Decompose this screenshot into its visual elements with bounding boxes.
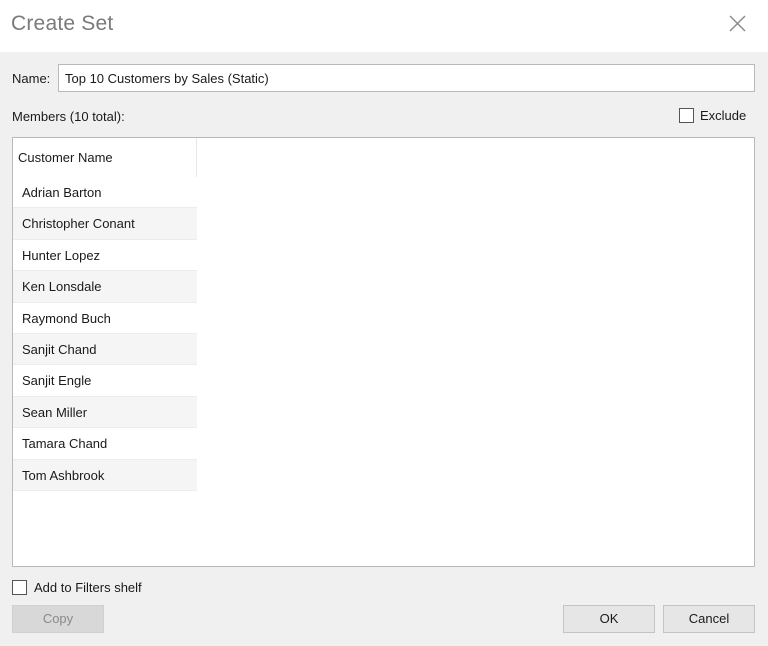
list-item[interactable]: Christopher Conant <box>13 208 197 240</box>
dialog-body: Name: Members (10 total): Exclude Custom… <box>0 52 768 646</box>
list-item[interactable]: Tamara Chand <box>13 428 197 460</box>
name-input[interactable] <box>58 64 755 92</box>
close-button[interactable] <box>724 10 752 38</box>
list-item[interactable]: Tom Ashbrook <box>13 459 197 491</box>
add-to-filters-label: Add to Filters shelf <box>34 579 142 595</box>
list-item[interactable]: Raymond Buch <box>13 302 197 334</box>
copy-button[interactable]: Copy <box>12 605 104 633</box>
list-item[interactable]: Hunter Lopez <box>13 239 197 272</box>
list-item[interactable]: Sanjit Engle <box>13 365 197 397</box>
members-table: Customer Name Adrian Barton Christopher … <box>13 138 197 491</box>
cancel-button[interactable]: Cancel <box>663 605 755 633</box>
name-label: Name: <box>12 71 51 86</box>
members-label: Members (10 total): <box>12 109 125 124</box>
members-list-box[interactable]: Customer Name Adrian Barton Christopher … <box>12 137 755 567</box>
list-item[interactable]: Sanjit Chand <box>13 333 197 366</box>
exclude-checkbox-box[interactable] <box>679 107 694 123</box>
title-bar: Create Set <box>0 0 768 52</box>
ok-button[interactable]: OK <box>563 605 655 633</box>
column-header-customer-name[interactable]: Customer Name <box>13 138 197 177</box>
list-item[interactable]: Ken Lonsdale <box>13 271 197 303</box>
close-icon <box>729 15 746 32</box>
list-item[interactable]: Sean Miller <box>13 396 197 429</box>
add-to-filters-checkbox-box[interactable] <box>12 579 27 595</box>
exclude-checkbox[interactable]: Exclude <box>679 106 746 124</box>
add-to-filters-checkbox[interactable]: Add to Filters shelf <box>12 579 142 595</box>
dialog-title: Create Set <box>11 12 114 35</box>
list-item[interactable]: Adrian Barton <box>13 177 197 209</box>
exclude-label: Exclude <box>700 107 747 123</box>
